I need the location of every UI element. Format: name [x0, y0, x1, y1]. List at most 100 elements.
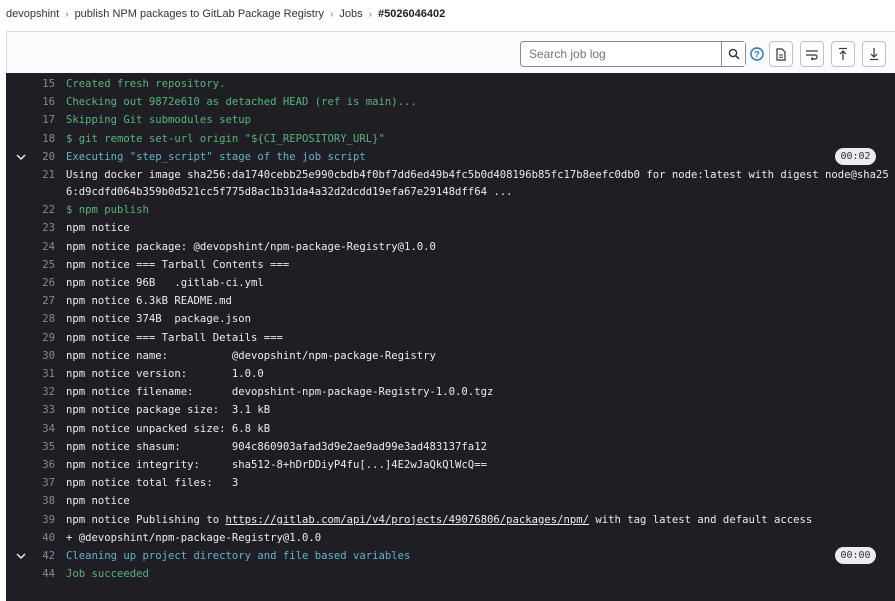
scroll-to-bottom-button[interactable]	[862, 41, 886, 67]
line-text-content: npm notice	[66, 222, 130, 235]
log-line: 39 npm notice Publishing to https://gitla…	[6, 511, 895, 529]
line-text: npm notice	[66, 492, 130, 510]
line-number[interactable]: 21	[6, 166, 55, 184]
log-section-header[interactable]: 42 Cleaning up project directory and file…	[6, 547, 895, 565]
line-text: npm notice package size: 3.1 kB	[66, 401, 270, 419]
line-text-content: Cleaning up project directory and file b…	[66, 550, 411, 562]
line-text-content: npm notice total files: 3	[66, 477, 239, 490]
scroll-to-top-button[interactable]	[831, 41, 855, 67]
line-number[interactable]: 35	[6, 438, 55, 456]
breadcrumb-job-id[interactable]: #5026046402	[378, 8, 445, 20]
line-number[interactable]: 38	[6, 492, 55, 510]
section-duration-badge: 00:02	[835, 147, 876, 165]
section-duration-badge: 00:00	[835, 547, 876, 564]
view-raw-button[interactable]	[769, 41, 793, 67]
log-line: 26 npm notice 96B .gitlab-ci.yml	[6, 274, 895, 292]
line-number[interactable]: 29	[6, 329, 55, 347]
line-text-continuation: 6:d9cdfd064b359b0d521cc5f775d8ac1b31da4a…	[66, 186, 513, 198]
registry-url-link[interactable]: https://gitlab.com/api/v4/projects/49076…	[225, 514, 589, 526]
log-line: 17 Skipping Git submodules setup	[6, 111, 895, 129]
line-text: Cleaning up project directory and file b…	[66, 547, 410, 565]
breadcrumb-jobs[interactable]: Jobs	[339, 8, 362, 20]
log-line: 30 npm notice name: @devopshint/npm-packa…	[6, 347, 895, 365]
line-number[interactable]: 20	[6, 148, 55, 166]
line-text: Executing "step_script" stage of the job…	[66, 148, 366, 166]
log-line: 27 npm notice 6.3kB README.md	[6, 292, 895, 310]
line-number[interactable]: 23	[6, 219, 55, 237]
line-text: Created fresh repository.	[66, 75, 225, 93]
log-line: 23 npm notice	[6, 219, 895, 237]
line-number[interactable]: 34	[6, 420, 55, 438]
log-line: 28 npm notice 374B package.json	[6, 310, 895, 328]
line-number[interactable]: 26	[6, 274, 55, 292]
line-text: $ git remote set-url origin "${CI_REPOSI…	[66, 130, 385, 148]
line-text-content: $ git remote set-url origin "${CI_REPOSI…	[66, 132, 385, 145]
log-line: 22 $ npm publish	[6, 201, 895, 219]
log-line: 31 npm notice version: 1.0.0	[6, 365, 895, 383]
line-number[interactable]: 33	[6, 401, 55, 419]
line-number[interactable]: 37	[6, 474, 55, 492]
log-line: 33 npm notice package size: 3.1 kB	[6, 401, 895, 419]
line-number[interactable]: 28	[6, 310, 55, 328]
search-button[interactable]	[721, 42, 745, 66]
line-text: npm notice package: @devopshint/npm-pack…	[66, 238, 436, 256]
line-text: $ npm publish	[66, 201, 149, 219]
chevron-right-icon: ›	[65, 8, 69, 20]
log-line: 15 Created fresh repository.	[6, 75, 895, 93]
toggle-wrap-button[interactable]	[800, 41, 824, 67]
line-text: + @devopshint/npm-package-Registry@1.0.0	[66, 529, 321, 547]
line-number[interactable]: 32	[6, 383, 55, 401]
line-text-content: npm notice	[66, 495, 130, 508]
scroll-bottom-icon	[870, 48, 878, 61]
line-number[interactable]: 17	[6, 111, 55, 129]
line-text-content: $ npm publish	[66, 204, 149, 217]
line-text: npm notice Publishing to https://gitlab.…	[66, 511, 812, 529]
line-text: npm notice 374B package.json	[66, 310, 251, 328]
log-section-header[interactable]: 20 Executing "step_script" stage of the j…	[6, 147, 895, 166]
log-line: 35 npm notice shasum: 904c860903afad3d9e2…	[6, 438, 895, 456]
search-job-log-input[interactable]	[521, 42, 721, 66]
line-number[interactable]: 24	[6, 238, 55, 256]
line-text: npm notice integrity: sha512-8+hDrDDiyP4…	[66, 456, 487, 474]
line-text-content: npm notice 96B .gitlab-ci.yml	[66, 277, 264, 289]
line-text-content: Skipping Git submodules setup	[66, 114, 251, 127]
line-number[interactable]: 31	[6, 365, 55, 383]
line-number[interactable]: 15	[6, 75, 55, 93]
log-line: 29 npm notice === Tarball Details ===	[6, 329, 895, 347]
log-line: 16 Checking out 9872e610 as detached HEAD…	[6, 93, 895, 111]
chevron-right-icon: ›	[330, 8, 334, 20]
line-number[interactable]: 27	[6, 292, 55, 310]
line-text-content: npm notice 374B package.json	[66, 313, 251, 326]
breadcrumb-group[interactable]: devopshint	[6, 8, 59, 20]
log-line: 38 npm notice	[6, 492, 895, 510]
line-text: npm notice 6.3kB README.md	[66, 292, 232, 310]
line-number[interactable]: 44	[6, 565, 55, 583]
line-text: Skipping Git submodules setup	[66, 111, 251, 129]
line-text: Using docker image sha256:da1740cebb25e9…	[66, 166, 889, 184]
line-number[interactable]: 25	[6, 256, 55, 274]
line-number[interactable]: 36	[6, 456, 55, 474]
line-text-content: npm notice name: @devopshint/npm-package…	[66, 349, 436, 362]
line-text-content: npm notice filename: devopshint-npm-pack…	[66, 386, 494, 399]
line-text: npm notice total files: 3	[66, 474, 238, 492]
scroll-top-icon	[839, 47, 847, 60]
log-line: 40 + @devopshint/npm-package-Registry@1.0…	[6, 529, 895, 547]
log-line: 37 npm notice total files: 3	[6, 474, 895, 492]
line-number[interactable]: 42	[6, 547, 55, 565]
help-icon[interactable]: ?	[749, 46, 765, 62]
line-text: npm notice unpacked size: 6.8 kB	[66, 420, 270, 438]
job-log-toolbar: ?	[6, 31, 895, 73]
line-number[interactable]: 40	[6, 529, 55, 547]
line-text-content: Job succeeded	[66, 568, 149, 581]
log-line: 36 npm notice integrity: sha512-8+hDrDDiy…	[6, 456, 895, 474]
breadcrumb-project[interactable]: publish NPM packages to GitLab Package R…	[75, 8, 324, 20]
line-number[interactable]: 30	[6, 347, 55, 365]
line-number[interactable]: 22	[6, 201, 55, 219]
line-text: npm notice version: 1.0.0	[66, 365, 264, 383]
line-number[interactable]: 39	[6, 511, 55, 529]
line-number[interactable]: 18	[6, 130, 55, 148]
line-text-content: Checking out 9872e610 as detached HEAD (…	[66, 96, 417, 109]
line-number[interactable]: 16	[6, 93, 55, 111]
line-text: npm notice filename: devopshint-npm-pack…	[66, 383, 493, 401]
line-text: Job succeeded	[66, 565, 149, 583]
